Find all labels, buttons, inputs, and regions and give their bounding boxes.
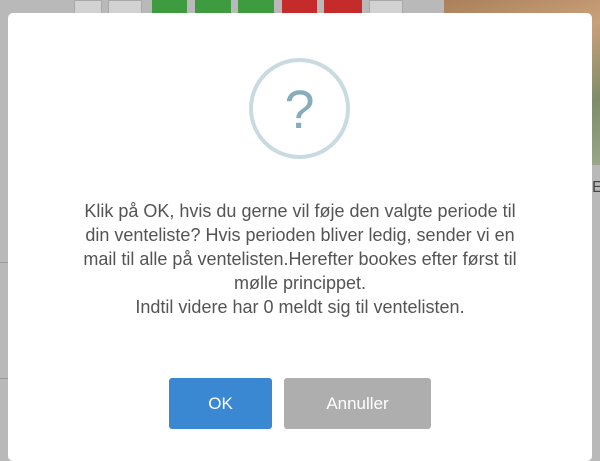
question-mark-icon: ? [249, 58, 350, 159]
calendar-cell-available [152, 0, 187, 14]
calendar-cell-available [238, 0, 274, 14]
calendar-cell [108, 0, 142, 14]
confirm-dialog: ? Klik på OK, hvis du gerne vil føje den… [8, 13, 592, 461]
message-line: mølle princippet. [233, 273, 367, 293]
dialog-message: Klik på OK, hvis du gerne vil føje den v… [38, 199, 562, 319]
divider [0, 262, 8, 263]
calendar-cell-available [195, 0, 231, 14]
ok-button[interactable]: OK [169, 378, 272, 429]
calendar-cell [369, 0, 403, 14]
cancel-button[interactable]: Annuller [284, 378, 431, 429]
calendar-cell-booked [324, 0, 362, 14]
message-line: mail til alle på ventelisten.Herefter bo… [83, 249, 517, 269]
background-text: E [592, 179, 600, 196]
calendar-cell [74, 0, 102, 14]
divider [0, 378, 8, 379]
message-line: Klik på OK, hvis du gerne vil føje den v… [84, 201, 516, 221]
calendar-cell-booked [282, 0, 317, 14]
message-line: din venteliste? Hvis perioden bliver led… [85, 225, 515, 245]
message-line: Indtil videre har 0 meldt sig til ventel… [135, 297, 465, 317]
question-mark-glyph: ? [284, 79, 315, 140]
